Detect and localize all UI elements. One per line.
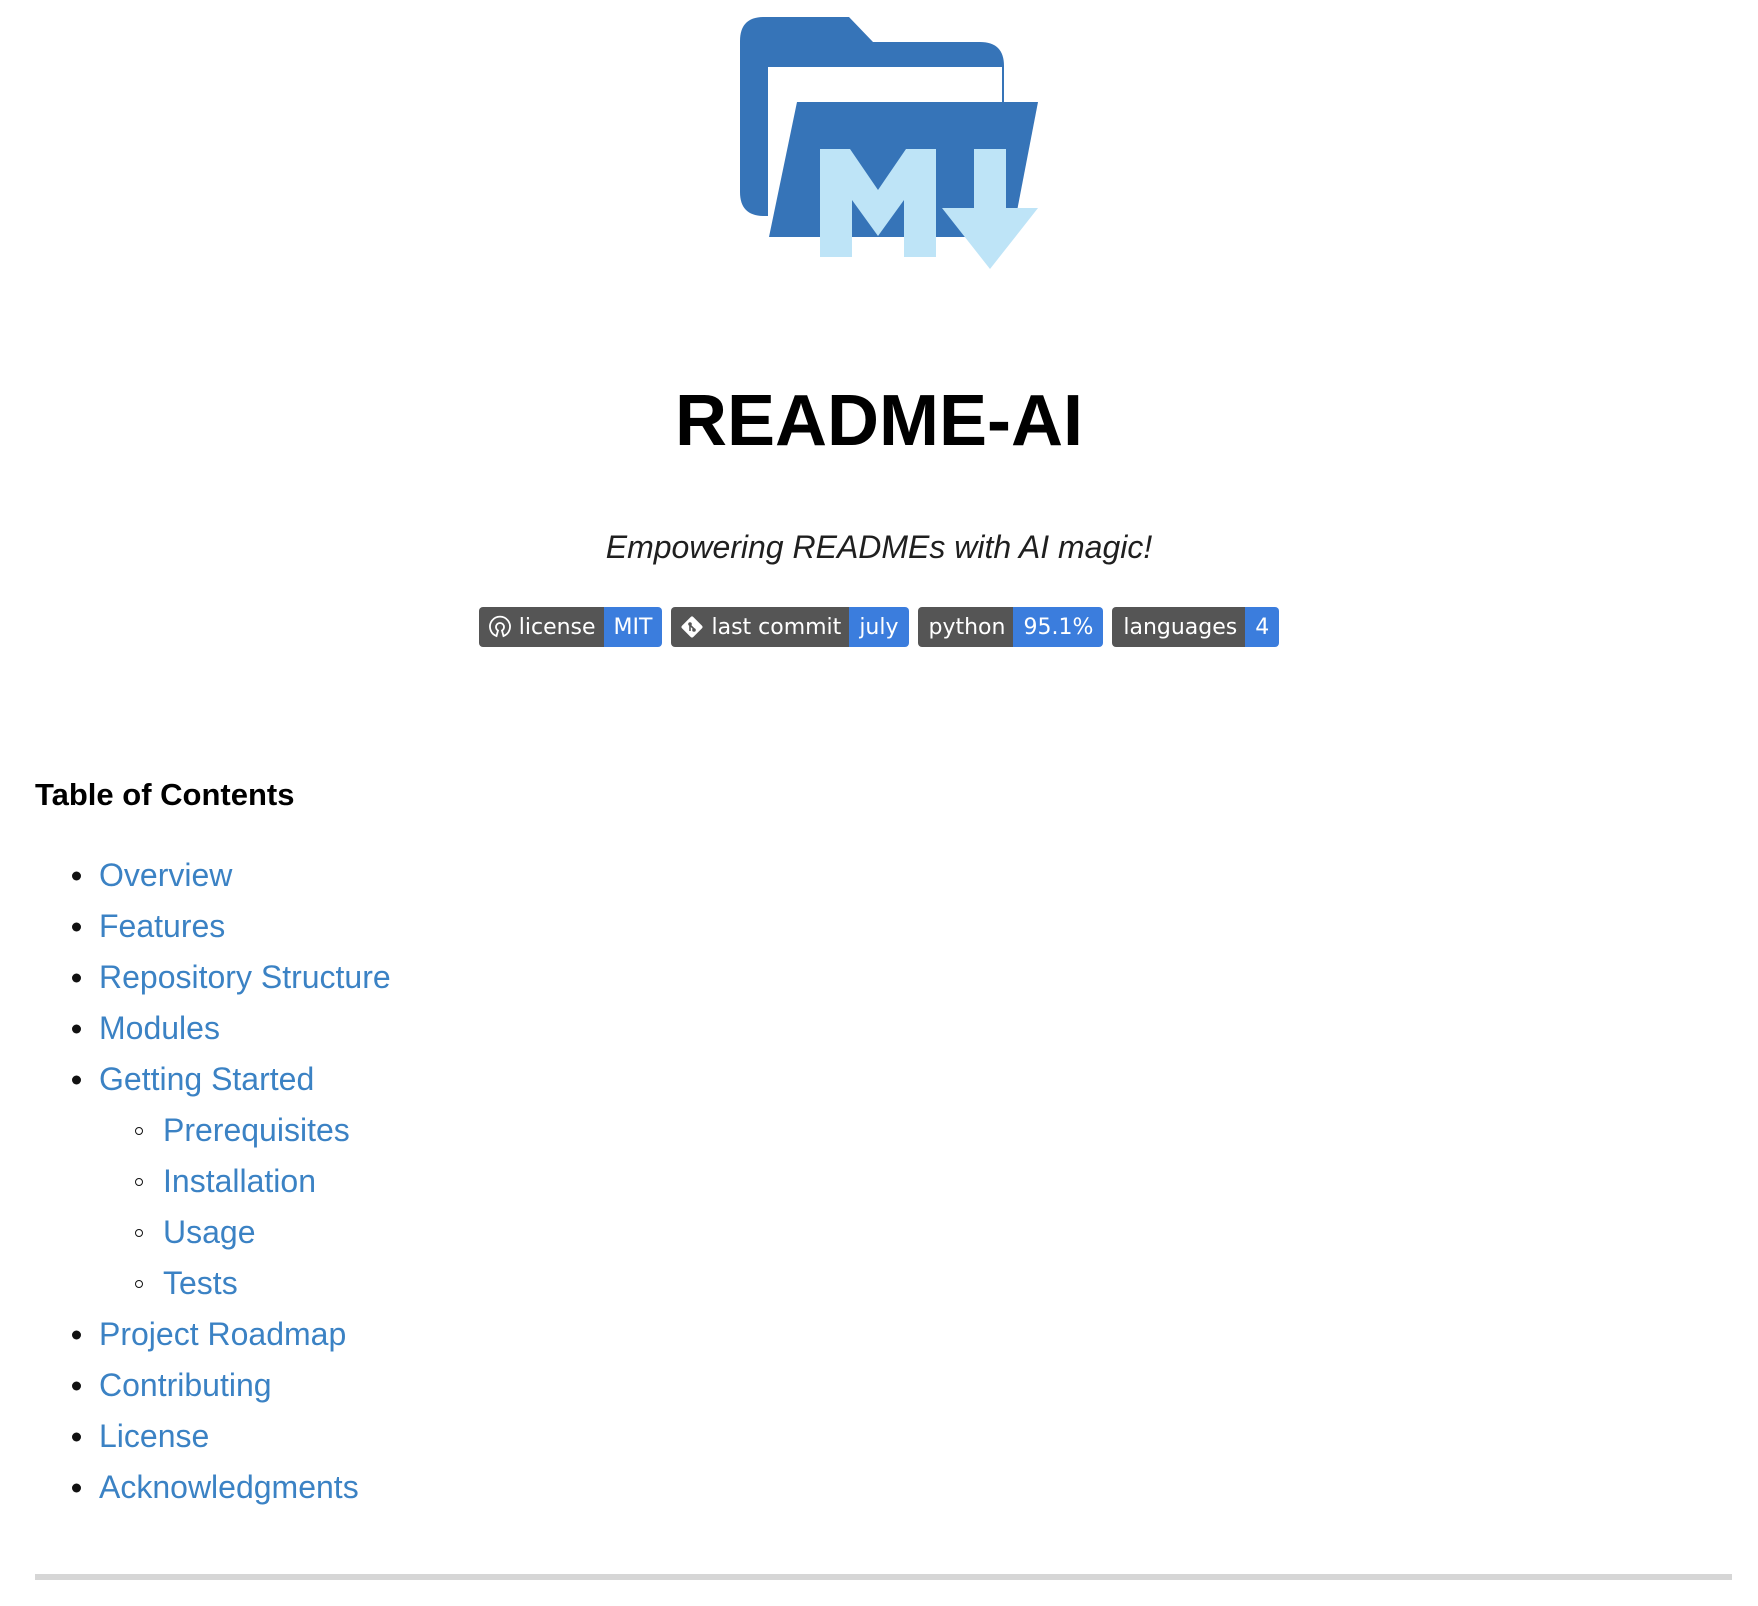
toc-heading: Table of Contents xyxy=(35,777,295,812)
toc-link-tests[interactable]: Tests xyxy=(163,1265,238,1301)
toc-subitem: Usage xyxy=(0,1207,391,1258)
python-badge[interactable]: python 95.1% xyxy=(917,607,1104,647)
bullet-icon xyxy=(72,1075,81,1084)
badge-value: july xyxy=(849,607,909,647)
toc-link-contributing[interactable]: Contributing xyxy=(99,1367,272,1403)
toc-subitem: Prerequisites xyxy=(0,1105,391,1156)
toc-item: Contributing xyxy=(0,1360,391,1411)
badge-label: last commit xyxy=(711,614,842,640)
toc-link-overview[interactable]: Overview xyxy=(99,857,232,893)
hollow-bullet-icon xyxy=(135,1177,143,1186)
table-of-contents: Overview Features Repository Structure M… xyxy=(0,850,391,1513)
badge-value: 95.1% xyxy=(1013,607,1104,647)
hollow-bullet-icon xyxy=(135,1228,143,1237)
badge-value: 4 xyxy=(1245,607,1280,647)
git-icon xyxy=(679,614,705,640)
last-commit-badge[interactable]: last commit july xyxy=(671,607,909,647)
toc-link-modules[interactable]: Modules xyxy=(99,1010,220,1046)
horizontal-rule xyxy=(35,1574,1732,1580)
folder-markdown-logo-icon xyxy=(740,17,1038,269)
tagline: Empowering READMEs with AI magic! xyxy=(605,529,1153,565)
badge-label: languages xyxy=(1123,614,1238,640)
bullet-icon xyxy=(72,871,81,880)
badge-label-segment: python xyxy=(917,607,1014,647)
toc-link-installation[interactable]: Installation xyxy=(163,1163,316,1199)
page-title: README-AI xyxy=(675,381,1083,461)
toc-link-repository-structure[interactable]: Repository Structure xyxy=(99,959,391,995)
bullet-icon xyxy=(72,922,81,931)
bullet-icon xyxy=(72,1024,81,1033)
toc-link-getting-started[interactable]: Getting Started xyxy=(99,1061,314,1097)
toc-link-acknowledgments[interactable]: Acknowledgments xyxy=(99,1469,359,1505)
opensource-icon xyxy=(487,614,513,640)
toc-item: License xyxy=(0,1411,391,1462)
toc-item: Features xyxy=(0,901,391,952)
toc-item: Modules xyxy=(0,1003,391,1054)
bullet-icon xyxy=(72,1381,81,1390)
bullet-icon xyxy=(72,973,81,982)
bullet-icon xyxy=(72,1330,81,1339)
toc-link-project-roadmap[interactable]: Project Roadmap xyxy=(99,1316,346,1352)
toc-item: Overview xyxy=(0,850,391,901)
badge-row: license MIT last commit july python 95.1… xyxy=(0,607,1758,647)
readme-ai-logo xyxy=(740,14,1050,274)
bullet-icon xyxy=(72,1432,81,1441)
languages-badge[interactable]: languages 4 xyxy=(1112,607,1280,647)
toc-subitem: Installation xyxy=(0,1156,391,1207)
toc-item: Project Roadmap xyxy=(0,1309,391,1360)
toc-link-usage[interactable]: Usage xyxy=(163,1214,256,1250)
toc-subitem: Tests xyxy=(0,1258,391,1309)
bullet-icon xyxy=(72,1483,81,1492)
badge-value: MIT xyxy=(603,607,663,647)
badge-label: license xyxy=(518,614,596,640)
badge-label: python xyxy=(928,614,1006,640)
toc-item: Repository Structure xyxy=(0,952,391,1003)
badge-label-segment: license xyxy=(478,607,604,647)
toc-link-license[interactable]: License xyxy=(99,1418,209,1454)
toc-item: Acknowledgments xyxy=(0,1462,391,1513)
hollow-bullet-icon xyxy=(135,1279,143,1288)
hollow-bullet-icon xyxy=(135,1126,143,1135)
badge-label-segment: last commit xyxy=(671,607,850,647)
toc-item: Getting Started xyxy=(0,1054,391,1105)
toc-link-features[interactable]: Features xyxy=(99,908,225,944)
badge-label-segment: languages xyxy=(1112,607,1246,647)
license-badge[interactable]: license MIT xyxy=(478,607,663,647)
toc-link-prerequisites[interactable]: Prerequisites xyxy=(163,1112,350,1148)
